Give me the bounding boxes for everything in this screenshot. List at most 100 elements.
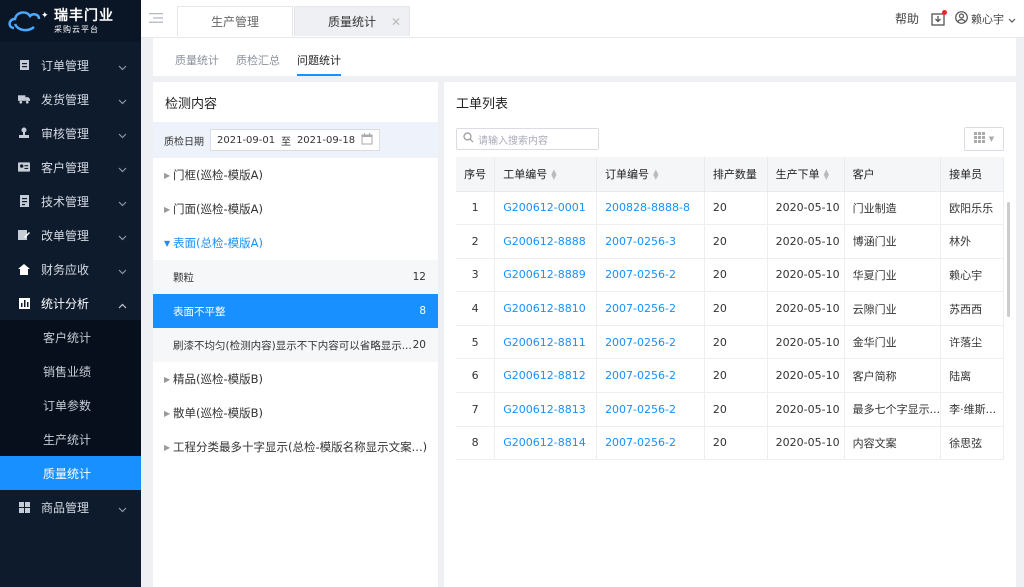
- column-header-sortable[interactable]: 订单编号 ▲ ▼: [596, 157, 705, 192]
- tree-node[interactable]: ▶ 门框(巡检-模版A): [153, 158, 438, 192]
- table-row[interactable]: 8 G200612-8814 2007-0256-2 20 2020-05-10 内容文案…: [456, 426, 1004, 461]
- sidebar-item-label: 客户管理: [41, 160, 90, 175]
- row-index: 6: [456, 358, 496, 394]
- chevron-down-icon: [118, 128, 127, 142]
- sidebar-item-label: 技术管理: [41, 194, 90, 209]
- help-link[interactable]: 帮助: [895, 10, 919, 27]
- column-header: 序号: [456, 157, 496, 192]
- receiver-cell: 赖心宇: [940, 258, 1004, 293]
- quantity-cell: 20: [704, 191, 768, 226]
- sidebar-item-products[interactable]: 商品管理: [0, 490, 141, 524]
- table-row[interactable]: 2 G200612-8888 2007-0256-3 20 2020-05-10 博涵门业…: [456, 224, 1004, 259]
- sidebar-menu: 订单管理 发货管理 审核管理 客户管理 技术管理 改单管理 财务应收 统计分析 …: [0, 48, 141, 524]
- sidebar-item-label: 商品管理: [41, 500, 90, 515]
- user-avatar-icon: [955, 10, 968, 27]
- date-start: 2021-09-01: [217, 134, 276, 146]
- tree-node[interactable]: ▶ 精品(巡检-模版B): [153, 362, 438, 396]
- leaf-label: 刷漆不均匀(检测内容)显示不下内容可以省略显示...: [173, 339, 412, 352]
- subtab-quality-stats[interactable]: 质量统计: [175, 52, 219, 76]
- work-order-number-link[interactable]: G200612-8813: [494, 392, 598, 427]
- receiver-cell: 许落尘: [940, 325, 1004, 360]
- tab-quality[interactable]: 质量统计 ✕: [294, 6, 410, 36]
- user-name: 赖心宇: [971, 12, 1004, 26]
- brand-logo[interactable]: ✦ 瑞丰门业 采购云平台: [0, 0, 141, 42]
- work-order-panel: 工单列表 请输入搜索内容 ▼ 序号 工单编号 ▲ ▼ 订单编号 ▲ ▼ 排产数量 生产下…: [444, 82, 1016, 587]
- date-range-picker[interactable]: 2021-09-01 至 2021-09-18: [210, 129, 380, 151]
- table-header-row: 序号 工单编号 ▲ ▼ 订单编号 ▲ ▼ 排产数量 生产下单 ▲ ▼ 客户 接单员: [456, 157, 1004, 192]
- work-order-number-link[interactable]: G200612-8810: [494, 291, 598, 326]
- column-header-sortable[interactable]: 工单编号 ▲ ▼: [494, 157, 598, 192]
- subtab-inspection-summary[interactable]: 质检汇总: [236, 52, 280, 76]
- user-menu[interactable]: 赖心宇: [955, 10, 1016, 27]
- clipboard-icon: [18, 59, 30, 71]
- subtab-issue-stats[interactable]: 问题统计: [297, 52, 341, 76]
- order-number-link[interactable]: 2007-0256-2: [596, 291, 705, 326]
- tab-production[interactable]: 生产管理: [177, 6, 293, 36]
- receiver-cell: 徐思弦: [940, 426, 1004, 461]
- sidebar-subitem-quality-stats[interactable]: 质量统计: [0, 456, 141, 490]
- sidebar-item-statistics[interactable]: 统计分析: [0, 286, 141, 320]
- table-row[interactable]: 4 G200612-8810 2007-0256-2 20 2020-05-10 云隙门业…: [456, 291, 1004, 326]
- tab-label: 质量统计: [327, 15, 376, 29]
- scrollbar[interactable]: [1007, 202, 1010, 317]
- tree-leaf[interactable]: 刷漆不均匀(检测内容)显示不下内容可以省略显示... 20: [153, 328, 438, 362]
- column-header-sortable[interactable]: 生产下单 ▲ ▼: [767, 157, 845, 192]
- tree-node-expanded[interactable]: ▼ 表面(总检-模版A): [153, 226, 438, 260]
- sidebar-item-finance[interactable]: 财务应收: [0, 252, 141, 286]
- sidebar-subitem-production-stats[interactable]: 生产统计: [0, 422, 141, 456]
- table-row[interactable]: 1 G200612-0001 200828-8888-8 20 2020-05-10 门业…: [456, 191, 1004, 226]
- sidebar-subitem-customer-stats[interactable]: 客户统计: [0, 320, 141, 354]
- work-order-number-link[interactable]: G200612-0001: [494, 191, 598, 226]
- order-number-link[interactable]: 2007-0256-2: [596, 426, 705, 461]
- tree-node[interactable]: ▶ 门面(巡检-模版A): [153, 192, 438, 226]
- row-index: 8: [456, 426, 496, 461]
- work-order-number-link[interactable]: G200612-8888: [494, 224, 598, 259]
- menu-fold-icon[interactable]: [149, 11, 163, 25]
- sidebar-item-tech[interactable]: 技术管理: [0, 184, 141, 218]
- search-input[interactable]: 请输入搜索内容: [456, 128, 599, 150]
- quantity-cell: 20: [704, 258, 768, 293]
- sidebar-item-review[interactable]: 审核管理: [0, 116, 141, 150]
- chevron-down-icon: [118, 196, 127, 210]
- tree-leaf[interactable]: 颗粒 12: [153, 260, 438, 294]
- table-row[interactable]: 6 G200612-8812 2007-0256-2 20 2020-05-10 客户简称…: [456, 358, 1004, 394]
- customer-cell: 最多七个字显示...: [844, 392, 942, 427]
- work-order-number-link[interactable]: G200612-8889: [494, 258, 598, 293]
- sidebar-item-orders[interactable]: 订单管理: [0, 48, 141, 82]
- order-number-link[interactable]: 2007-0256-2: [596, 325, 705, 360]
- work-order-number-link[interactable]: G200612-8814: [494, 426, 598, 461]
- order-number-link[interactable]: 2007-0256-2: [596, 358, 705, 394]
- sidebar-item-change-order[interactable]: 改单管理: [0, 218, 141, 252]
- notification-dot: [942, 9, 947, 15]
- table-row[interactable]: 7 G200612-8813 2007-0256-2 20 2020-05-10 最多七个…: [456, 392, 1004, 427]
- tree-node-label: 门框(巡检-模版A): [173, 168, 263, 182]
- tree-node[interactable]: ▶ 散单(巡检-模版B): [153, 396, 438, 430]
- notification-icon[interactable]: [931, 9, 947, 26]
- sidebar-subitem-order-params[interactable]: 订单参数: [0, 388, 141, 422]
- search-icon: [463, 132, 474, 146]
- customer-cell: 客户简称: [844, 358, 942, 394]
- order-number-link[interactable]: 200828-8888-8: [596, 191, 705, 226]
- brand-title: 瑞丰门业: [54, 7, 114, 24]
- sidebar-subitem-sales[interactable]: 销售业绩: [0, 354, 141, 388]
- order-number-link[interactable]: 2007-0256-2: [596, 258, 705, 293]
- production-date-cell: 2020-05-10: [767, 291, 845, 326]
- work-order-number-link[interactable]: G200612-8811: [494, 325, 598, 360]
- column-settings-button[interactable]: ▼: [964, 127, 1004, 151]
- table-row[interactable]: 3 G200612-8889 2007-0256-2 20 2020-05-10 华夏门业…: [456, 258, 1004, 293]
- quantity-cell: 20: [704, 224, 768, 259]
- leaf-count: 20: [412, 339, 426, 351]
- panel-title: 工单列表: [456, 96, 509, 112]
- tree-leaf-selected[interactable]: 表面不平整 8: [153, 294, 438, 328]
- row-index: 3: [456, 258, 496, 293]
- table-row[interactable]: 5 G200612-8811 2007-0256-2 20 2020-05-10 金华门业…: [456, 325, 1004, 360]
- sidebar-item-label: 统计分析: [41, 296, 90, 311]
- sidebar-item-shipping[interactable]: 发货管理: [0, 82, 141, 116]
- tree-node[interactable]: ▶ 工程分类最多十字显示(总检-模版名称显示文案...): [153, 430, 438, 464]
- close-icon[interactable]: ✕: [391, 15, 401, 29]
- sidebar-item-customers[interactable]: 客户管理: [0, 150, 141, 184]
- order-number-link[interactable]: 2007-0256-3: [596, 224, 705, 259]
- work-order-number-link[interactable]: G200612-8812: [494, 358, 598, 394]
- order-number-link[interactable]: 2007-0256-2: [596, 392, 705, 427]
- tree-node-label: 精品(巡检-模版B): [173, 372, 264, 386]
